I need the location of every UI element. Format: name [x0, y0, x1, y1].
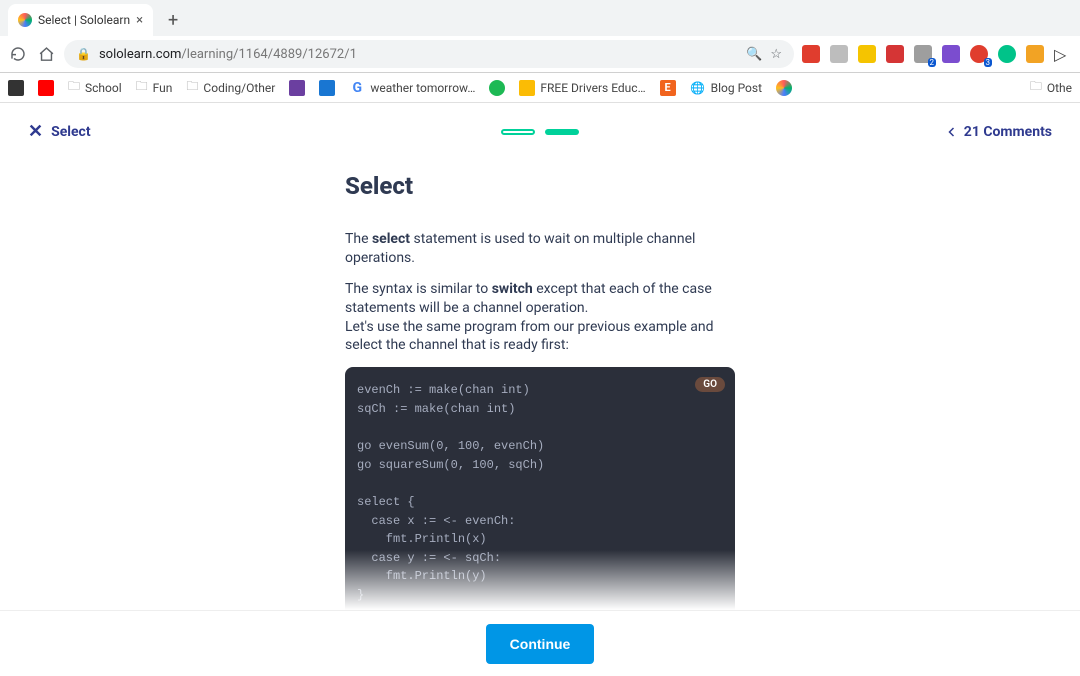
reload-icon[interactable] — [8, 44, 28, 64]
extension-icons: 2 3 ▷ — [802, 45, 1072, 63]
browser-tab[interactable]: Select | Sololearn × — [8, 4, 153, 36]
bookmark-mail[interactable] — [289, 80, 305, 96]
ext-icon-3[interactable] — [858, 45, 876, 63]
other-bookmarks[interactable]: 🗀Othe — [1030, 77, 1072, 98]
lesson-header: ✕ Select 21 Comments — [0, 103, 1080, 142]
ext-icon-1[interactable] — [802, 45, 820, 63]
folder-icon: 🗀 — [186, 77, 198, 98]
green-icon — [489, 80, 505, 96]
ext-icon-9[interactable] — [1026, 45, 1044, 63]
ext-icon-2[interactable] — [830, 45, 848, 63]
address-bar: 🔒 sololearn.com/learning/1164/4889/12672… — [0, 36, 1080, 72]
bookmark-bar: 🗀School 🗀Fun 🗀Coding/Other Gweather tomo… — [0, 73, 1080, 103]
browser-chrome: Select | Sololearn × + 🔒 sololearn.com/l… — [0, 0, 1080, 73]
folder-icon: 🗀 — [68, 77, 80, 98]
lesson-paragraph-1: The select statement is used to wait on … — [345, 230, 735, 268]
tab-title: Select | Sololearn — [38, 13, 130, 27]
continue-button[interactable]: Continue — [486, 624, 595, 664]
ext-icon-6[interactable] — [942, 45, 960, 63]
bookmark-drivers[interactable]: FREE Drivers Educ… — [519, 80, 645, 96]
comments-count: 21 Comments — [964, 124, 1052, 140]
lesson-body: Select The select statement is used to w… — [345, 172, 735, 610]
youtube-icon — [38, 80, 54, 96]
lesson-title: Select — [345, 172, 735, 200]
tshirt-icon — [319, 80, 335, 96]
star-icon[interactable]: ☆ — [770, 47, 782, 62]
new-tab-button[interactable]: + — [159, 6, 187, 34]
bookmark-blog[interactable]: 🌐Blog Post — [690, 80, 762, 96]
lesson-paragraph-2: The syntax is similar to switch except t… — [345, 280, 735, 356]
lesson-nav-title: Select — [51, 124, 90, 140]
globe-icon: 🌐 — [690, 80, 706, 96]
progress-step-1 — [501, 129, 535, 135]
google-icon: G — [349, 80, 365, 96]
ext-icon-7[interactable]: 3 — [970, 45, 988, 63]
bookmark-sololearn[interactable] — [776, 80, 792, 96]
etsy-icon: E — [660, 80, 676, 96]
zoom-icon[interactable]: 🔍 — [746, 47, 762, 62]
bookmark-google[interactable]: Gweather tomorrow… — [349, 80, 475, 96]
bookmark-green[interactable] — [489, 80, 505, 96]
app-content: ✕ Select 21 Comments Select The select s… — [0, 103, 1080, 676]
bookmark-folder-school[interactable]: 🗀School — [68, 77, 122, 98]
folder-icon: 🗀 — [136, 77, 148, 98]
ext-icon-5[interactable]: 2 — [914, 45, 932, 63]
close-lesson-button[interactable]: ✕ Select — [28, 121, 91, 142]
chevron-left-icon — [946, 126, 958, 138]
bookmark-icon — [8, 80, 24, 96]
bookmark-folder-coding[interactable]: 🗀Coding/Other — [186, 77, 275, 98]
progress-step-2 — [545, 129, 579, 135]
lock-icon: 🔒 — [76, 47, 91, 61]
folder-icon: 🗀 — [1030, 77, 1042, 98]
sololearn-icon — [776, 80, 792, 96]
tab-bar: Select | Sololearn × + — [0, 0, 1080, 36]
home-icon[interactable] — [36, 44, 56, 64]
ext-icon-4[interactable] — [886, 45, 904, 63]
ext-icon-10[interactable]: ▷ — [1054, 45, 1072, 63]
bookmark-item[interactable] — [8, 80, 24, 96]
mail-icon — [289, 80, 305, 96]
code-language-badge: GO — [695, 377, 725, 392]
comments-link[interactable]: 21 Comments — [946, 124, 1052, 140]
lesson-footer: Continue — [0, 610, 1080, 676]
code-block: GO evenCh := make(chan int) sqCh := make… — [345, 367, 735, 610]
bookmark-folder-fun[interactable]: 🗀Fun — [136, 77, 173, 98]
sololearn-favicon — [18, 13, 32, 27]
bookmark-youtube[interactable] — [38, 80, 54, 96]
url-field[interactable]: 🔒 sololearn.com/learning/1164/4889/12672… — [64, 40, 794, 68]
url-text: sololearn.com/learning/1164/4889/12672/1 — [99, 47, 738, 62]
progress-indicator — [501, 129, 579, 135]
bookmark-tshirt[interactable] — [319, 80, 335, 96]
bookmark-etsy[interactable]: E — [660, 80, 676, 96]
grid-icon — [519, 80, 535, 96]
code-content: evenCh := make(chan int) sqCh := make(ch… — [357, 381, 723, 604]
close-tab-icon[interactable]: × — [136, 13, 143, 28]
ext-icon-8[interactable] — [998, 45, 1016, 63]
close-icon: ✕ — [28, 121, 43, 142]
